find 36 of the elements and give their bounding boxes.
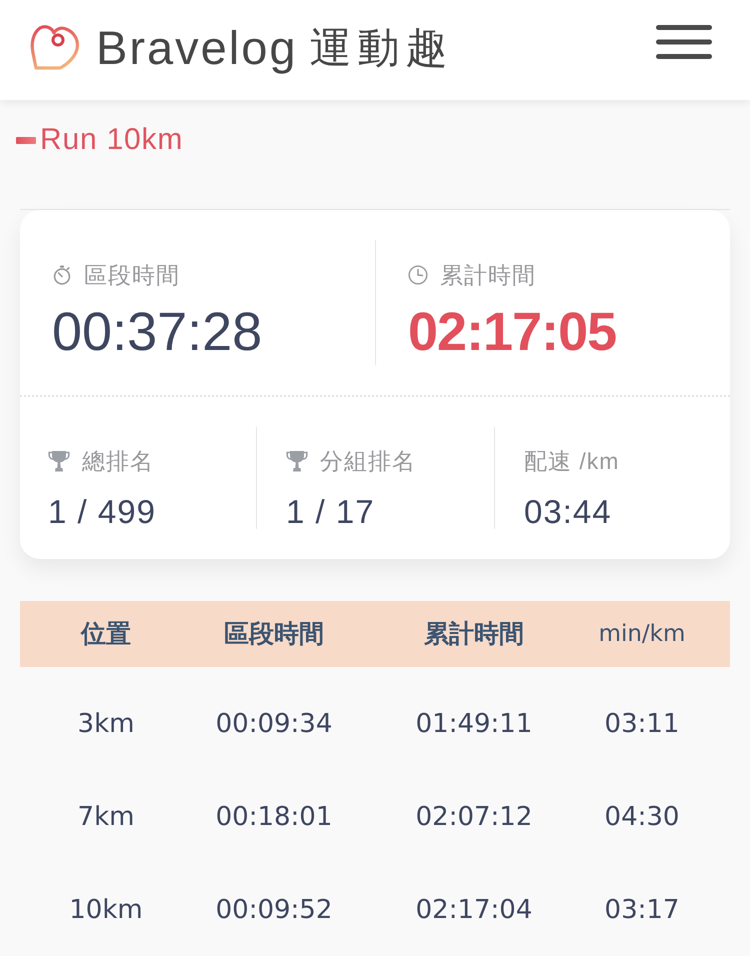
total-time-value: 02:17:05	[408, 302, 616, 362]
table-cell-text: 10km	[68, 894, 144, 926]
trophy-icon	[286, 450, 308, 472]
column-header: 累計時間	[423, 618, 525, 650]
table-cell-text: 04:30	[604, 800, 680, 832]
brand-tagline: 運動趣	[310, 23, 454, 73]
table-cell-text: 00:09:34	[214, 708, 334, 740]
table-cell-text: 00:18:01	[214, 800, 334, 832]
pace-value: 03:44	[524, 495, 612, 529]
brand-name: Bravelog	[96, 20, 298, 76]
rank-label: 分組排名	[320, 447, 416, 476]
split-time-value: 00:37:28	[52, 302, 262, 362]
event-title: Run 10km	[40, 122, 184, 158]
table-cell-text: 02:07:12	[414, 800, 534, 832]
rank-value: 1 / 17	[286, 495, 375, 529]
heart-logo-icon	[30, 23, 82, 71]
table-cell-text: 03:17	[604, 894, 680, 926]
stopwatch-icon	[52, 265, 72, 285]
pace-label: 配速 /km	[524, 447, 620, 476]
table-cell-text: 3km	[76, 708, 136, 740]
clock-icon	[408, 265, 428, 285]
split-time-label: 區段時間	[84, 261, 180, 290]
table-cell-text: 00:09:52	[214, 894, 334, 926]
table-cell-text: 03:11	[604, 708, 680, 740]
column-header: min/km	[598, 620, 686, 649]
marker-icon	[16, 136, 36, 144]
table-cell-text: 02:17:04	[414, 894, 534, 926]
trophy-icon	[48, 450, 70, 472]
table-cell-text: 7km	[76, 800, 136, 832]
column-header: 位置	[79, 618, 132, 650]
rank-label: 總排名	[82, 447, 154, 476]
menu-icon[interactable]	[656, 25, 712, 59]
total-time-label: 累計時間	[440, 261, 536, 290]
column-header: 區段時間	[223, 618, 325, 650]
table-cell-text: 01:49:11	[414, 708, 534, 740]
rank-value: 1 / 499	[48, 495, 156, 529]
